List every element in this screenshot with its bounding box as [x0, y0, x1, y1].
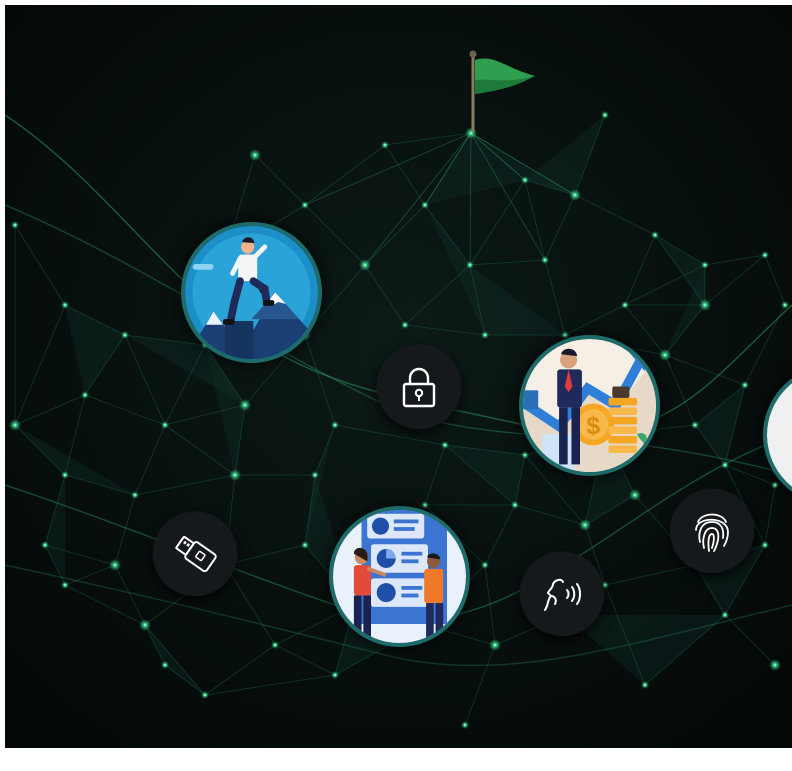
mesh-node: [703, 303, 707, 307]
mesh-node: [403, 323, 407, 327]
mesh-node: [163, 423, 167, 427]
mesh-node: [443, 443, 447, 447]
mesh-node: [653, 233, 657, 237]
flag-icon: [469, 50, 535, 132]
mesh-node: [703, 263, 707, 267]
mesh-node: [63, 583, 67, 587]
business-growth-illustration: $: [519, 335, 660, 476]
mesh-node: [573, 193, 577, 197]
svg-text:$: $: [586, 413, 600, 440]
usb-key-button[interactable]: [153, 512, 237, 596]
voice-recognition-icon: [544, 578, 581, 611]
voice-recognition-button[interactable]: [520, 552, 604, 636]
usb-key-icon: [175, 535, 217, 573]
lock-button[interactable]: [377, 345, 461, 429]
mesh-node: [63, 303, 67, 307]
mesh-node: [663, 353, 667, 357]
mesh-node: [83, 393, 87, 397]
mesh-node: [273, 643, 277, 647]
mesh-node: [333, 673, 337, 677]
mesh-node: [493, 643, 497, 647]
mesh-node: [13, 423, 17, 427]
mesh-node: [13, 223, 17, 227]
mesh-node: [63, 473, 67, 477]
mesh-node: [43, 543, 47, 547]
network-scene: $: [5, 5, 792, 748]
mesh-node: [233, 473, 237, 477]
mesh-node: [643, 683, 647, 687]
mesh-node: [723, 463, 727, 467]
mesh-node: [243, 403, 247, 407]
mesh-node: [603, 113, 607, 117]
team-presentation-illustration: [329, 506, 470, 647]
lock-icon: [402, 367, 436, 408]
mesh-node: [583, 523, 587, 527]
fingerprint-button[interactable]: [670, 489, 754, 573]
mesh-node: [163, 663, 167, 667]
mesh-node: [563, 333, 567, 337]
mesh-node: [773, 663, 777, 667]
mesh-node: [303, 203, 307, 207]
mesh-node: [763, 543, 767, 547]
mesh-node: [523, 453, 527, 457]
mesh-node: [113, 563, 117, 567]
mesh-node: [468, 263, 472, 267]
mesh-node: [363, 263, 367, 267]
mesh-node: [623, 303, 627, 307]
mesh-node: [693, 423, 697, 427]
mesh-node: [483, 333, 487, 337]
mesh-node: [313, 473, 317, 477]
mesh-node: [543, 258, 547, 262]
mesh-node: [143, 623, 147, 627]
mesh-node: [523, 178, 527, 182]
mesh-node: [633, 493, 637, 497]
mesh-node: [423, 503, 427, 507]
mesh-node: [333, 423, 337, 427]
mesh-node: [763, 253, 767, 257]
mesh-node: [423, 203, 427, 207]
mesh-node: [743, 383, 747, 387]
mesh-node: [603, 583, 607, 587]
mesh-node: [133, 493, 137, 497]
mesh-node: [123, 333, 127, 337]
mesh-node: [463, 723, 467, 727]
mesh-node: [483, 563, 487, 567]
mountain-climber-illustration: [181, 222, 322, 363]
mesh-node: [383, 143, 387, 147]
mesh-node: [303, 543, 307, 547]
mesh-node: [773, 483, 777, 487]
mesh-node: [723, 613, 727, 617]
mesh-node: [203, 693, 207, 697]
mesh-node: [783, 303, 787, 307]
fingerprint-icon: [695, 513, 729, 552]
mesh-node: [513, 503, 517, 507]
mesh-node: [253, 153, 257, 157]
